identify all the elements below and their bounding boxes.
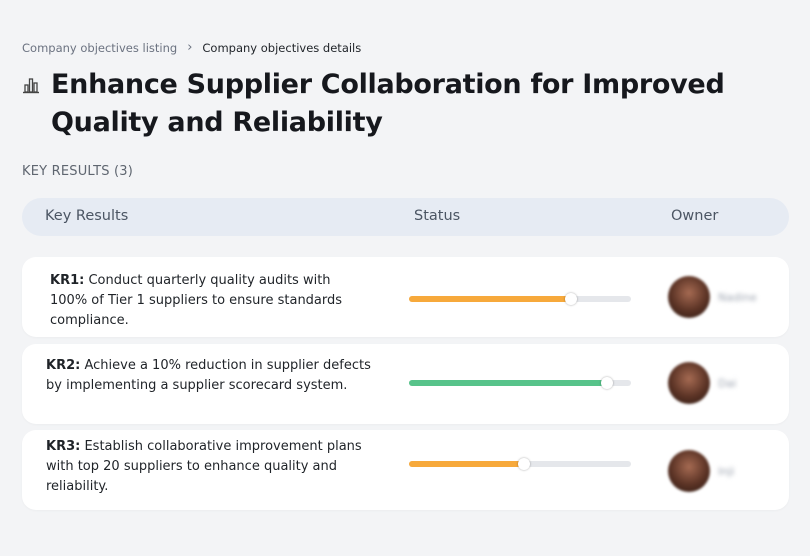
key-result-row-1[interactable]: KR1: Conduct quarterly quality audits wi…: [22, 257, 789, 337]
key-result-text: Achieve a 10% reduction in supplier defe…: [46, 358, 371, 393]
key-result-text: Establish collaborative improvement plan…: [46, 439, 362, 494]
avatar: [668, 276, 710, 318]
key-result-description: KR1: Conduct quarterly quality audits wi…: [50, 271, 370, 331]
progress-fill: [409, 296, 572, 302]
progress-handle[interactable]: [600, 377, 613, 389]
key-results-count-label: KEY RESULTS (3): [22, 164, 134, 179]
key-result-text: Conduct quarterly quality audits with 10…: [50, 273, 343, 328]
owner-name: Inji: [718, 464, 735, 478]
bar-chart-icon: [22, 76, 42, 142]
key-result-code: KR2:: [46, 358, 81, 373]
page-title: Enhance Supplier Collaboration for Impro…: [51, 69, 725, 138]
page-header: Enhance Supplier Collaboration for Impro…: [22, 66, 782, 142]
progress-bar[interactable]: [409, 293, 631, 305]
table-header: Key Results Status Owner: [22, 198, 789, 236]
key-result-row-3[interactable]: KR3: Establish collaborative improvement…: [22, 430, 789, 510]
avatar: [668, 362, 710, 404]
avatar: [668, 450, 710, 492]
key-result-code: KR3:: [46, 439, 81, 454]
progress-bar[interactable]: [409, 377, 631, 389]
owner-name: Dai: [718, 376, 737, 390]
column-header-key-results: Key Results: [45, 208, 129, 224]
key-result-description: KR2: Achieve a 10% reduction in supplier…: [46, 356, 376, 396]
progress-handle[interactable]: [565, 293, 578, 305]
owner-name: Nadine: [718, 290, 757, 304]
owner[interactable]: Inji: [668, 450, 734, 492]
column-header-status: Status: [414, 208, 461, 224]
breadcrumb-link-objectives-listing[interactable]: Company objectives listing: [22, 41, 177, 55]
column-header-owner: Owner: [671, 208, 719, 224]
progress-fill: [409, 380, 607, 386]
breadcrumb: Company objectives listing › Company obj…: [22, 40, 361, 55]
owner[interactable]: Dai: [668, 362, 736, 404]
progress-bar[interactable]: [409, 458, 631, 470]
breadcrumb-current: Company objectives details: [202, 40, 362, 55]
key-result-description: KR3: Establish collaborative improvement…: [46, 437, 366, 497]
progress-handle[interactable]: [518, 458, 531, 470]
chevron-right-icon: ›: [187, 40, 193, 55]
key-result-row-2[interactable]: KR2: Achieve a 10% reduction in supplier…: [22, 344, 789, 424]
progress-fill: [409, 461, 525, 467]
key-result-code: KR1:: [50, 273, 85, 288]
owner[interactable]: Nadine: [668, 276, 757, 318]
